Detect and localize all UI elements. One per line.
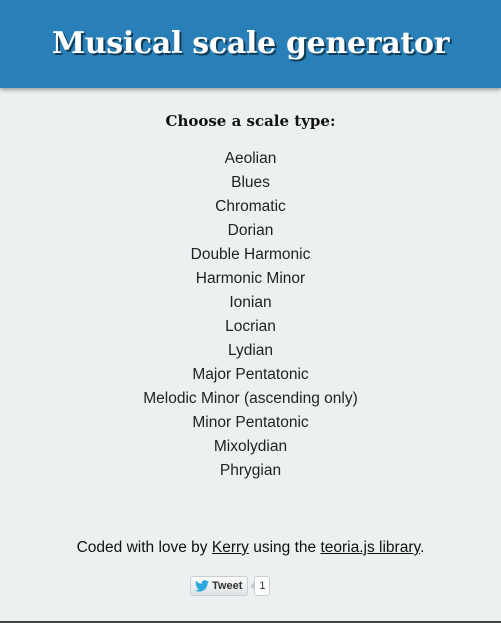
scale-option-ionian[interactable]: Ionian	[0, 291, 501, 315]
footer-middle: using the	[248, 539, 321, 556]
scale-option-minor-pentatonic[interactable]: Minor Pentatonic	[0, 411, 501, 435]
scale-option-phrygian[interactable]: Phrygian	[0, 459, 501, 483]
scale-option-blues[interactable]: Blues	[0, 171, 501, 195]
scale-option-melodic-minor[interactable]: Melodic Minor (ascending only)	[0, 387, 501, 411]
scale-option-major-pentatonic[interactable]: Major Pentatonic	[0, 363, 501, 387]
page-title: Musical scale generator	[51, 26, 450, 61]
scale-option-chromatic[interactable]: Chromatic	[0, 195, 501, 219]
tweet-widget: Tweet 1	[190, 575, 271, 597]
scale-option-dorian[interactable]: Dorian	[0, 219, 501, 243]
author-link[interactable]: Kerry	[212, 539, 249, 556]
footer-credits: Coded with love by Kerry using the teori…	[0, 537, 501, 559]
page-header: Musical scale generator	[0, 0, 501, 88]
scale-option-aeolian[interactable]: Aeolian	[0, 147, 501, 171]
scale-list: Aeolian Blues Chromatic Dorian Double Ha…	[0, 147, 501, 483]
scale-option-lydian[interactable]: Lydian	[0, 339, 501, 363]
scale-option-double-harmonic[interactable]: Double Harmonic	[0, 243, 501, 267]
footer-suffix: .	[420, 539, 425, 556]
twitter-bird-icon	[195, 580, 209, 592]
tweet-label: Tweet	[212, 580, 243, 592]
scale-type-prompt: Choose a scale type:	[165, 112, 336, 130]
tweet-button[interactable]: Tweet	[190, 576, 249, 596]
footer-prefix: Coded with love by	[76, 539, 212, 556]
scale-option-locrian[interactable]: Locrian	[0, 315, 501, 339]
scale-option-harmonic-minor[interactable]: Harmonic Minor	[0, 267, 501, 291]
scale-option-mixolydian[interactable]: Mixolydian	[0, 435, 501, 459]
teoria-library-link[interactable]: teoria.js library	[320, 539, 420, 556]
tweet-count-badge: 1	[250, 576, 271, 596]
